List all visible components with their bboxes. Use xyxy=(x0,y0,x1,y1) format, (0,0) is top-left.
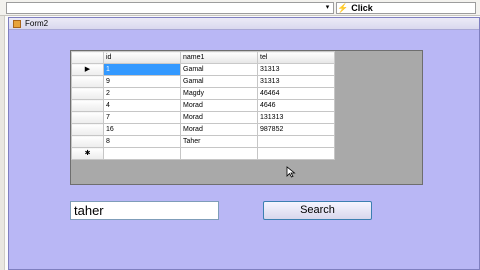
table-row[interactable]: 4 Morad 4646 xyxy=(71,99,335,112)
object-combo[interactable]: ▾ xyxy=(6,2,334,14)
new-cell-tel[interactable] xyxy=(257,147,335,160)
table-row[interactable]: 16 Morad 987852 xyxy=(71,123,335,136)
cell-id[interactable]: 4 xyxy=(103,99,181,112)
table-row[interactable]: 2 Magdy 46464 xyxy=(71,87,335,100)
table-row[interactable]: 9 Gamal 31313 xyxy=(71,75,335,88)
row-header[interactable] xyxy=(71,87,104,100)
cell-id[interactable]: 9 xyxy=(103,75,181,88)
cell-name1[interactable]: Morad xyxy=(180,99,258,112)
cell-tel[interactable]: 31313 xyxy=(257,75,335,88)
data-grid[interactable]: id name1 tel ▶ 1 Gamal 31313 9 Gamal 313… xyxy=(70,50,423,185)
mouse-cursor-icon xyxy=(286,166,296,178)
cell-id[interactable]: 16 xyxy=(103,123,181,136)
cell-name1[interactable]: Gamal xyxy=(180,63,258,76)
cell-name1[interactable]: Morad xyxy=(180,123,258,136)
table-row[interactable]: ▶ 1 Gamal 31313 xyxy=(71,63,335,76)
row-header[interactable] xyxy=(71,75,104,88)
cell-tel[interactable]: 31313 xyxy=(257,63,335,76)
cell-tel[interactable]: 987852 xyxy=(257,123,335,136)
event-name: Click xyxy=(351,3,373,13)
new-row[interactable]: ✱ xyxy=(71,147,335,160)
table-row[interactable]: 8 Taher xyxy=(71,135,335,148)
cell-tel[interactable] xyxy=(257,135,335,148)
grid-corner-header[interactable] xyxy=(71,51,104,64)
row-pointer-icon[interactable]: ▶ xyxy=(71,63,104,76)
form-title: Form2 xyxy=(25,19,49,28)
row-header[interactable] xyxy=(71,123,104,136)
row-header[interactable] xyxy=(71,99,104,112)
new-row-icon[interactable]: ✱ xyxy=(71,147,104,160)
cell-tel[interactable]: 4646 xyxy=(257,99,335,112)
cell-name1[interactable]: Morad xyxy=(180,111,258,124)
column-header-tel[interactable]: tel xyxy=(257,51,335,64)
cell-name1[interactable]: Gamal xyxy=(180,75,258,88)
row-header[interactable] xyxy=(71,135,104,148)
cell-id[interactable]: 2 xyxy=(103,87,181,100)
form-icon xyxy=(13,20,21,28)
chevron-down-icon[interactable]: ▾ xyxy=(322,3,333,13)
cell-tel[interactable]: 131313 xyxy=(257,111,335,124)
grid-table: id name1 tel ▶ 1 Gamal 31313 9 Gamal 313… xyxy=(71,51,335,160)
form-titlebar: Form2 xyxy=(9,18,479,30)
grid-header-row: id name1 tel xyxy=(71,51,335,64)
cell-name1[interactable]: Magdy xyxy=(180,87,258,100)
table-row[interactable]: 7 Morad 131313 xyxy=(71,111,335,124)
search-textbox[interactable]: taher xyxy=(70,201,219,220)
row-header[interactable] xyxy=(71,111,104,124)
column-header-id[interactable]: id xyxy=(103,51,181,64)
ide-toolbar: ▾ ⚡ Click xyxy=(0,0,480,16)
cell-id[interactable]: 1 xyxy=(103,63,181,76)
form-window: Form2 id name1 tel ▶ 1 Gamal 31313 9 Gam… xyxy=(8,17,480,270)
designer-ruler xyxy=(0,16,5,270)
event-label: ⚡ Click xyxy=(337,2,373,14)
lightning-icon: ⚡ xyxy=(337,3,349,13)
cell-id[interactable]: 7 xyxy=(103,111,181,124)
cell-tel[interactable]: 46464 xyxy=(257,87,335,100)
new-cell-name1[interactable] xyxy=(180,147,258,160)
column-header-name1[interactable]: name1 xyxy=(180,51,258,64)
cell-id[interactable]: 8 xyxy=(103,135,181,148)
new-cell-id[interactable] xyxy=(103,147,181,160)
search-button[interactable]: Search xyxy=(263,201,372,220)
cell-name1[interactable]: Taher xyxy=(180,135,258,148)
